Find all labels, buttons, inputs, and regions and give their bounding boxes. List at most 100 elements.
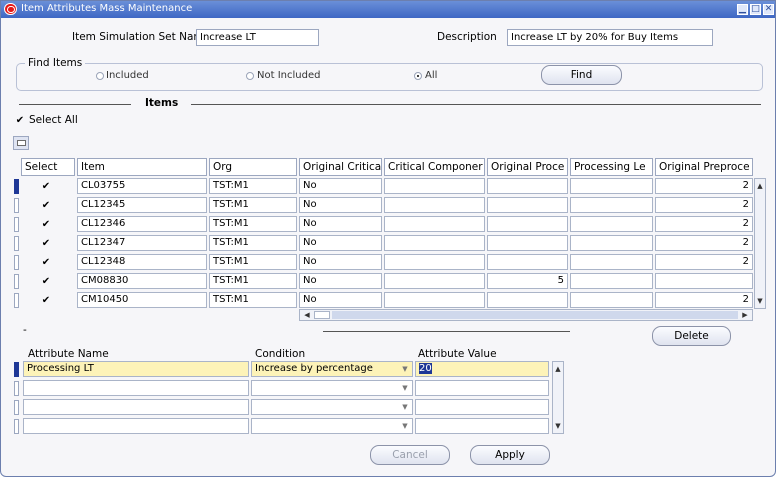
cell-item[interactable]: CL12345 (77, 197, 207, 213)
cell-item[interactable]: CL12347 (77, 235, 207, 251)
cell-orig-critical[interactable]: No (299, 235, 382, 251)
cell-orig-processing[interactable] (487, 235, 568, 251)
chevron-down-icon[interactable]: ▼ (399, 400, 411, 414)
cell-org[interactable]: TST:M1 (209, 292, 297, 308)
find-button[interactable]: Find (541, 65, 622, 85)
cell-critical-component[interactable] (384, 178, 485, 194)
cell-orig-critical[interactable]: No (299, 216, 382, 232)
row-indicator[interactable] (14, 255, 19, 270)
row-select-checkbox[interactable]: ✔ (41, 258, 51, 268)
attr-name-cell[interactable] (23, 418, 249, 434)
cell-org[interactable]: TST:M1 (209, 197, 297, 213)
row-select-checkbox[interactable]: ✔ (41, 220, 51, 230)
cell-orig-preprocessing[interactable] (655, 273, 753, 289)
cell-processing-lead[interactable] (570, 235, 653, 251)
cell-orig-processing[interactable] (487, 178, 568, 194)
select-all-checkbox[interactable]: ✔ (15, 116, 25, 126)
row-select-checkbox[interactable]: ✔ (41, 239, 51, 249)
cell-orig-processing[interactable] (487, 197, 568, 213)
row-indicator[interactable] (14, 293, 19, 308)
cell-orig-preprocessing[interactable]: 2 (655, 292, 753, 308)
cell-orig-critical[interactable]: No (299, 197, 382, 213)
cell-orig-processing[interactable]: 5 (487, 273, 568, 289)
attr-condition-select[interactable] (251, 380, 413, 396)
attr-value-cell[interactable]: 20 (415, 361, 549, 377)
attr-row-indicator[interactable] (14, 419, 19, 434)
attr-condition-select[interactable]: Increase by percentage (251, 361, 413, 377)
cell-orig-processing[interactable] (487, 292, 568, 308)
cell-critical-component[interactable] (384, 235, 485, 251)
cell-orig-preprocessing[interactable]: 2 (655, 235, 753, 251)
cell-org[interactable]: TST:M1 (209, 216, 297, 232)
cell-critical-component[interactable] (384, 254, 485, 270)
cancel-button[interactable]: Cancel (370, 445, 450, 465)
close-icon[interactable]: ✕ (763, 4, 774, 15)
apply-button[interactable]: Apply (470, 445, 550, 465)
attr-value-cell[interactable] (415, 418, 549, 434)
chevron-down-icon[interactable]: ▼ (399, 381, 411, 395)
row-select-checkbox[interactable]: ✔ (41, 182, 51, 192)
cell-orig-critical[interactable]: No (299, 178, 382, 194)
attr-condition-select[interactable] (251, 418, 413, 434)
attributes-vertical-scrollbar[interactable]: ▲ ▼ (552, 361, 564, 434)
cell-org[interactable]: TST:M1 (209, 273, 297, 289)
included-radio[interactable] (96, 72, 104, 80)
cell-critical-component[interactable] (384, 216, 485, 232)
row-indicator[interactable] (14, 217, 19, 232)
attr-value-cell[interactable] (415, 380, 549, 396)
attr-row-indicator[interactable] (14, 381, 19, 396)
row-indicator[interactable] (14, 274, 19, 289)
cell-org[interactable]: TST:M1 (209, 254, 297, 270)
attr-row-indicator[interactable] (14, 400, 19, 415)
cell-critical-component[interactable] (384, 273, 485, 289)
cell-item[interactable]: CM10450 (77, 292, 207, 308)
cell-processing-lead[interactable] (570, 178, 653, 194)
description-input[interactable]: Increase LT by 20% for Buy Items (507, 29, 713, 46)
row-select-checkbox[interactable]: ✔ (41, 201, 51, 211)
row-indicator[interactable] (14, 236, 19, 251)
cell-orig-preprocessing[interactable]: 2 (655, 197, 753, 213)
cell-orig-preprocessing[interactable]: 2 (655, 178, 753, 194)
cell-critical-component[interactable] (384, 292, 485, 308)
cell-critical-component[interactable] (384, 197, 485, 213)
minimize-icon[interactable]: ▁ (737, 4, 748, 15)
attr-value-cell[interactable] (415, 399, 549, 415)
scroll-right-icon[interactable]: ▶ (740, 310, 750, 320)
cell-item[interactable]: CL03755 (77, 178, 207, 194)
scroll-thumb[interactable] (314, 311, 330, 319)
row-select-checkbox[interactable]: ✔ (41, 277, 51, 287)
cell-orig-preprocessing[interactable]: 2 (655, 216, 753, 232)
scroll-down-icon[interactable]: ▼ (553, 421, 563, 431)
simulation-set-input[interactable]: Increase LT (196, 29, 319, 46)
attr-name-cell[interactable] (23, 399, 249, 415)
cell-item[interactable]: CL12346 (77, 216, 207, 232)
not-included-radio[interactable] (246, 72, 254, 80)
cell-orig-processing[interactable] (487, 254, 568, 270)
cell-processing-lead[interactable] (570, 292, 653, 308)
row-indicator[interactable] (14, 198, 19, 213)
scroll-down-icon[interactable]: ▼ (755, 296, 765, 306)
attr-row-indicator-current[interactable] (14, 362, 19, 377)
scroll-track[interactable] (332, 311, 738, 319)
cell-processing-lead[interactable] (570, 273, 653, 289)
cell-processing-lead[interactable] (570, 197, 653, 213)
cell-orig-critical[interactable]: No (299, 254, 382, 270)
scroll-left-icon[interactable]: ◀ (302, 310, 312, 320)
attr-condition-select[interactable] (251, 399, 413, 415)
cell-item[interactable]: CL12348 (77, 254, 207, 270)
row-indicator-current[interactable] (14, 179, 19, 194)
chevron-down-icon[interactable]: ▼ (399, 419, 411, 433)
maximize-icon[interactable]: □ (750, 4, 761, 15)
chevron-down-icon[interactable]: ▼ (399, 362, 411, 376)
row-select-checkbox[interactable]: ✔ (41, 296, 51, 306)
cell-org[interactable]: TST:M1 (209, 235, 297, 251)
items-horizontal-scrollbar[interactable]: ◀ ▶ (299, 309, 753, 321)
scroll-up-icon[interactable]: ▲ (553, 364, 563, 374)
cell-item[interactable]: CM08830 (77, 273, 207, 289)
all-radio[interactable] (414, 72, 422, 80)
attr-name-cell[interactable] (23, 380, 249, 396)
cell-orig-processing[interactable] (487, 216, 568, 232)
cell-orig-preprocessing[interactable]: 2 (655, 254, 753, 270)
cell-orig-critical[interactable]: No (299, 292, 382, 308)
delete-button[interactable]: Delete (652, 326, 731, 346)
